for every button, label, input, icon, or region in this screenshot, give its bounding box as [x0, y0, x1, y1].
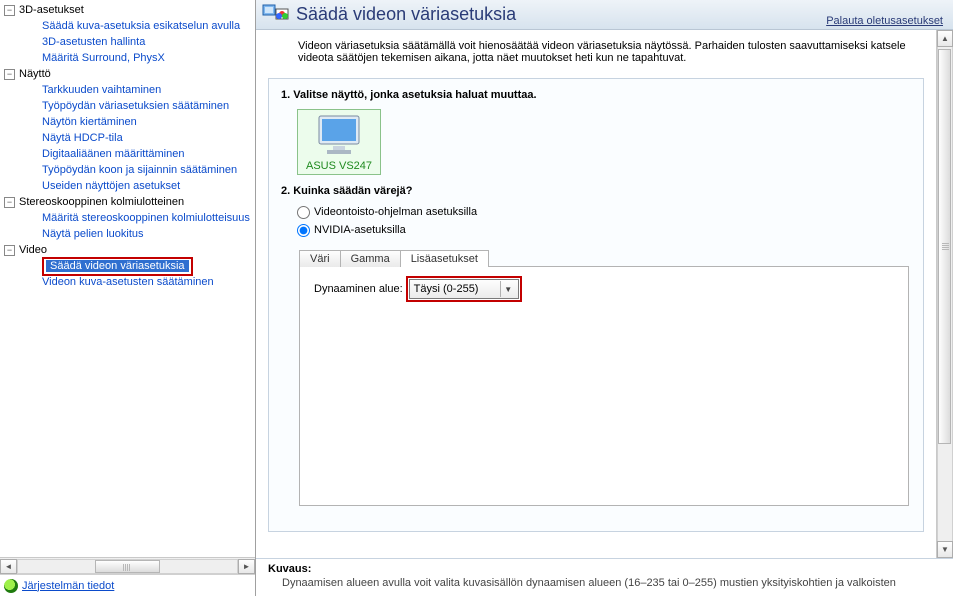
monitor-icon	[315, 114, 363, 158]
tab-advanced[interactable]: Lisäasetukset	[400, 250, 489, 267]
tree-link-item[interactable]: Työpöydän väriasetuksien säätäminen	[4, 98, 255, 114]
tree-link-item[interactable]: Useiden näyttöjen asetukset	[4, 178, 255, 194]
page-header: Säädä videon väriasetuksia Palauta oletu…	[256, 0, 953, 30]
radio-nvidia-settings[interactable]: NVIDIA-asetuksilla	[297, 221, 911, 239]
tree-link[interactable]: Säädä kuva-asetuksia esikatselun avulla	[42, 19, 240, 34]
tree-link[interactable]: Näytä pelien luokitus	[42, 227, 144, 242]
tree-link-item[interactable]: Määritä Surround, PhysX	[4, 50, 255, 66]
footer-label: Kuvaus:	[268, 563, 941, 575]
tree-link-item[interactable]: Näytä HDCP-tila	[4, 130, 255, 146]
dropdown-value: Täysi (0-255)	[414, 283, 479, 295]
scroll-up-icon[interactable]: ▲	[937, 30, 953, 47]
scroll-left-icon[interactable]: ◄	[0, 559, 17, 574]
tree-link[interactable]: Työpöydän väriasetuksien säätäminen	[42, 99, 229, 114]
minus-icon[interactable]: −	[4, 5, 15, 16]
tree-group-stereo[interactable]: − Stereoskooppinen kolmiulotteinen	[4, 194, 255, 210]
radio-player-settings[interactable]: Videontoisto-ohjelman asetuksilla	[297, 203, 911, 221]
monitor-tile[interactable]: ASUS VS247	[297, 109, 381, 175]
tree-group-display[interactable]: − Näyttö	[4, 66, 255, 82]
minus-icon[interactable]: −	[4, 69, 15, 80]
tab-label: Väri	[310, 253, 330, 265]
tabstrip: Väri Gamma Lisäasetukset	[299, 250, 911, 267]
radio-label: NVIDIA-asetuksilla	[314, 224, 406, 236]
scroll-right-icon[interactable]: ►	[238, 559, 255, 574]
tree-group-3d[interactable]: − 3D-asetukset	[4, 2, 255, 18]
tab-color[interactable]: Väri	[299, 250, 341, 267]
tree-group-label: Näyttö	[19, 67, 51, 82]
tree-link-item-selected[interactable]: Säädä videon väriasetuksia	[4, 258, 255, 274]
tab-label: Lisäasetukset	[411, 253, 478, 265]
dynamic-range-dropdown[interactable]: Täysi (0-255) ▼	[409, 279, 519, 299]
tree-link[interactable]: Näytön kiertäminen	[42, 115, 137, 130]
tree-link-selected[interactable]: Säädä videon väriasetuksia	[46, 260, 189, 272]
tree-link[interactable]: Työpöydän koon ja sijainnin säätäminen	[42, 163, 237, 178]
scroll-thumb[interactable]	[95, 560, 161, 573]
scroll-track[interactable]	[17, 559, 238, 574]
tree-link-item[interactable]: Digitaaliäänen määrittäminen	[4, 146, 255, 162]
nav-tree: − 3D-asetukset Säädä kuva-asetuksia esik…	[0, 0, 255, 557]
minus-icon[interactable]: −	[4, 245, 15, 256]
system-info-icon	[4, 579, 18, 593]
footer-description: Kuvaus: Dynaamisen alueen avulla voit va…	[256, 558, 953, 596]
radio-input[interactable]	[297, 206, 310, 219]
tab-gamma[interactable]: Gamma	[340, 250, 401, 267]
monitor-name: ASUS VS247	[306, 160, 372, 172]
tree-link[interactable]: Määritä stereoskooppinen kolmiulotteisuu…	[42, 211, 250, 226]
sidebar: − 3D-asetukset Säädä kuva-asetuksia esik…	[0, 0, 256, 596]
sidebar-hscroll[interactable]: ◄ ►	[0, 557, 255, 574]
content-area: Videon väriasetuksia säätämällä voit hie…	[256, 30, 936, 558]
scroll-vthumb[interactable]	[938, 49, 951, 444]
step1-label: 1. Valitse näyttö, jonka asetuksia halua…	[281, 89, 911, 101]
tree-link-item[interactable]: Määritä stereoskooppinen kolmiulotteisuu…	[4, 210, 255, 226]
tree-link-item[interactable]: Näytön kiertäminen	[4, 114, 255, 130]
tree-link[interactable]: Useiden näyttöjen asetukset	[42, 179, 180, 194]
tree-link[interactable]: Näytä HDCP-tila	[42, 131, 123, 146]
scroll-vtrack[interactable]	[937, 47, 953, 541]
system-info-link[interactable]: Järjestelmän tiedot	[22, 580, 114, 592]
main-vscroll[interactable]: ▲ ▼	[936, 30, 953, 558]
restore-defaults-link[interactable]: Palauta oletusasetukset	[826, 15, 943, 27]
tree-link-item[interactable]: Työpöydän koon ja sijainnin säätäminen	[4, 162, 255, 178]
footer-text: Dynaamisen alueen avulla voit valita kuv…	[282, 577, 941, 589]
tree-link-item[interactable]: 3D-asetusten hallinta	[4, 34, 255, 50]
dynamic-range-label: Dynaaminen alue:	[314, 283, 403, 295]
tree-link[interactable]: Videon kuva-asetusten säätäminen	[42, 275, 214, 290]
tab-panel-advanced: Dynaaminen alue: Täysi (0-255) ▼	[299, 266, 909, 506]
tree-link-item[interactable]: Näytä pelien luokitus	[4, 226, 255, 242]
step2-label: 2. Kuinka säädän värejä?	[281, 185, 911, 197]
tree-link-item[interactable]: Tarkkuuden vaihtaminen	[4, 82, 255, 98]
radio-label: Videontoisto-ohjelman asetuksilla	[314, 206, 477, 218]
system-info-row: Järjestelmän tiedot	[0, 574, 255, 596]
tree-link[interactable]: 3D-asetusten hallinta	[42, 35, 145, 50]
tree-link-item[interactable]: Säädä kuva-asetuksia esikatselun avulla	[4, 18, 255, 34]
settings-frame: 1. Valitse näyttö, jonka asetuksia halua…	[268, 78, 924, 532]
scroll-down-icon[interactable]: ▼	[937, 541, 953, 558]
page-description: Videon väriasetuksia säätämällä voit hie…	[298, 40, 924, 64]
tree-group-label: Video	[19, 243, 47, 258]
tree-link[interactable]: Määritä Surround, PhysX	[42, 51, 165, 66]
chevron-down-icon[interactable]: ▼	[500, 281, 516, 297]
tree-group-label: 3D-asetukset	[19, 3, 84, 18]
tree-link[interactable]: Tarkkuuden vaihtaminen	[42, 83, 161, 98]
tree-group-label: Stereoskooppinen kolmiulotteinen	[19, 195, 184, 210]
tab-label: Gamma	[351, 253, 390, 265]
main-panel: Säädä videon väriasetuksia Palauta oletu…	[256, 0, 953, 596]
tree-link-item[interactable]: Videon kuva-asetusten säätäminen	[4, 274, 255, 290]
radio-input[interactable]	[297, 224, 310, 237]
minus-icon[interactable]: −	[4, 197, 15, 208]
page-title: Säädä videon väriasetuksia	[296, 4, 516, 25]
tree-link[interactable]: Digitaaliäänen määrittäminen	[42, 147, 184, 162]
color-settings-icon	[262, 3, 290, 27]
